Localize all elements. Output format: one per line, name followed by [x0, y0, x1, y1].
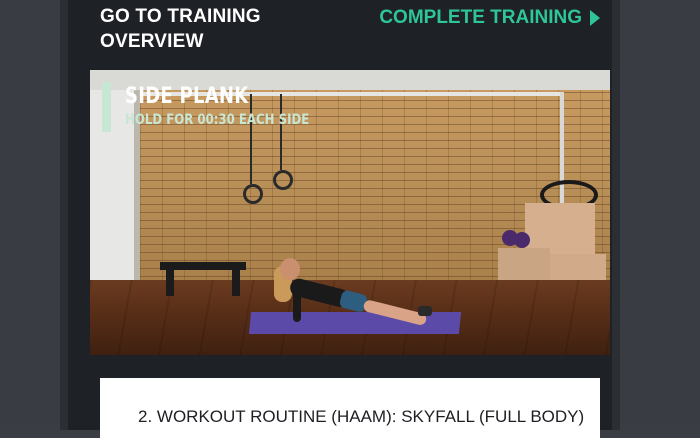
exercise-title: SIDE PLANK: [125, 84, 249, 109]
video-bench: [160, 262, 246, 270]
video-kettlebell: [514, 232, 530, 248]
video-athlete-shoe: [418, 306, 432, 316]
video-gym-ring: [273, 170, 293, 190]
exercise-overlay-accent-bar: [102, 82, 111, 132]
complete-training-button[interactable]: COMPLETE TRAINING: [379, 6, 600, 30]
complete-training-label: COMPLETE TRAINING: [379, 7, 582, 28]
video-bench-leg: [166, 270, 174, 296]
training-panel: GO TO TRAINING OVERVIEW COMPLETE TRAININ…: [60, 0, 620, 438]
video-gym-ring: [243, 184, 263, 204]
video-bench-leg: [232, 270, 240, 296]
go-to-training-overview-link[interactable]: GO TO TRAINING OVERVIEW: [100, 4, 300, 54]
play-arrow-icon: [590, 10, 600, 26]
exercise-video[interactable]: SIDE PLANK HOLD FOR 00:30 EACH SIDE: [90, 70, 610, 355]
workout-card: 2. WORKOUT ROUTINE (HAAM): SKYFALL (FULL…: [100, 378, 600, 438]
exercise-instruction: HOLD FOR 00:30 EACH SIDE: [125, 112, 310, 128]
video-athlete-arm: [293, 280, 301, 322]
video-strap: [280, 94, 282, 170]
workout-title: 2. WORKOUT ROUTINE (HAAM): SKYFALL (FULL…: [138, 407, 585, 426]
video-strap: [250, 94, 252, 184]
training-header: GO TO TRAINING OVERVIEW COMPLETE TRAININ…: [60, 0, 620, 66]
right-gutter: [620, 0, 700, 430]
left-gutter: [0, 0, 60, 430]
